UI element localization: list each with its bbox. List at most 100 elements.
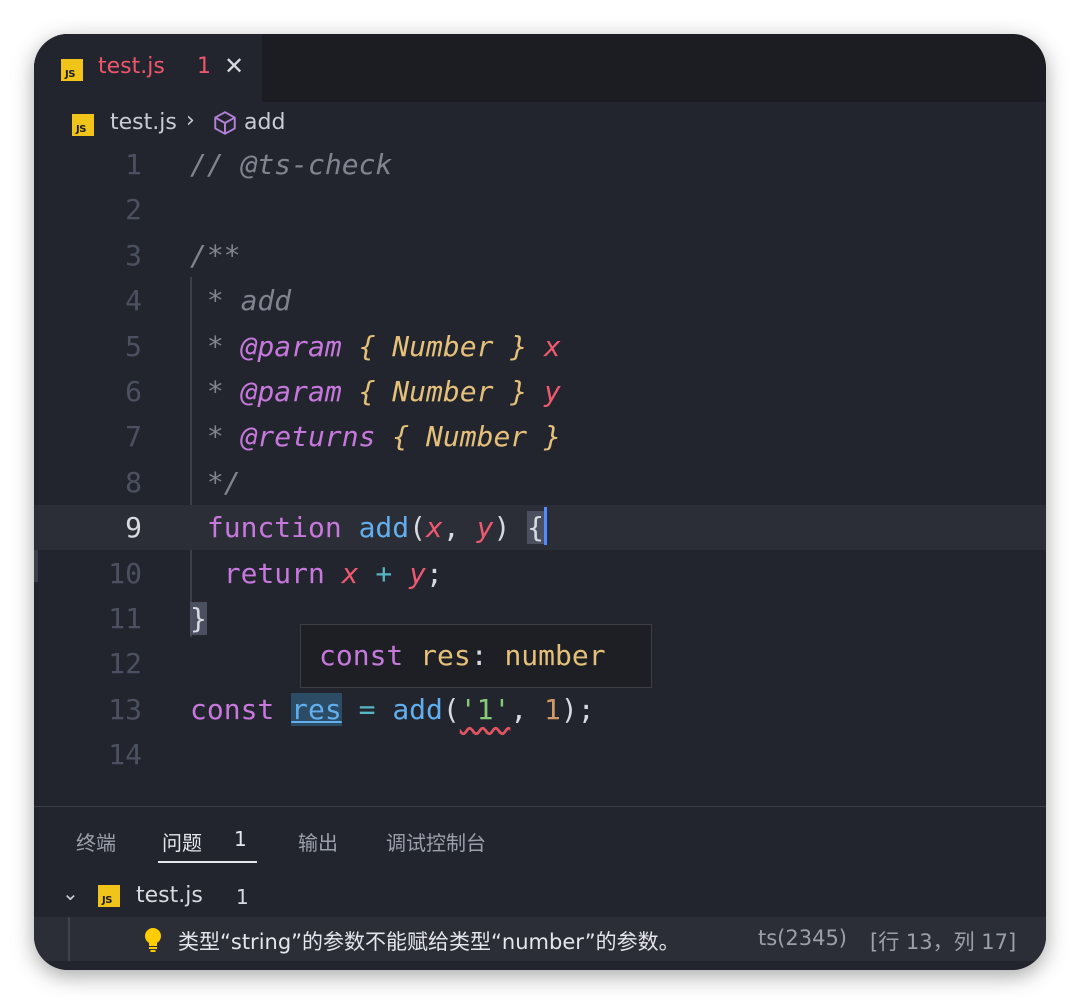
code-token: ); <box>560 692 595 726</box>
code-token: ; <box>426 556 443 590</box>
tab-debug-console[interactable]: 调试控制台 <box>386 827 486 856</box>
code-token: @returns <box>240 420 376 454</box>
line-number: 2 <box>125 193 142 227</box>
js-file-icon: JS <box>98 885 120 907</box>
tab-output[interactable]: 输出 <box>298 827 338 856</box>
tab-test-js[interactable]: JS test.js 1 ✕ <box>34 34 262 102</box>
code-line[interactable]: 3 /** <box>34 233 1046 278</box>
code-text: // @ts-check <box>190 142 392 187</box>
tab-bar: JS test.js 1 ✕ <box>34 34 1046 102</box>
line-number: 3 <box>125 238 142 272</box>
line-number: 6 <box>125 375 142 408</box>
code-token: { Number } <box>375 420 561 454</box>
code-token: return <box>190 556 342 590</box>
breadcrumb-file[interactable]: test.js <box>110 110 177 135</box>
code-token: ( <box>409 511 427 545</box>
code-token: '1' <box>459 692 511 726</box>
code-token: y <box>476 511 494 545</box>
line-number: 13 <box>108 692 142 726</box>
problems-count-badge: 1 <box>234 827 247 851</box>
tab-terminal[interactable]: 终端 <box>76 827 116 856</box>
active-tab-indicator <box>158 861 257 863</box>
code-token: = <box>341 692 393 726</box>
code-line[interactable]: 7 * @returns { Number } <box>34 414 1046 459</box>
code-text: * add <box>190 278 291 323</box>
code-line[interactable]: 5 * @param { Number } x <box>34 324 1046 369</box>
js-file-icon: JS <box>72 114 94 136</box>
code-text: return x + y; <box>190 551 443 596</box>
code-line[interactable]: 10 return x + y; <box>34 551 1046 596</box>
code-line[interactable]: 4 * add <box>34 278 1046 323</box>
code-token: const <box>190 692 292 726</box>
code-line[interactable]: 6 * @param { Number } y <box>34 369 1046 414</box>
line-number: 12 <box>108 647 142 681</box>
hover-sep: : <box>470 639 488 672</box>
code-token: 1 <box>544 692 561 726</box>
problem-file-count: 1 <box>236 885 249 909</box>
code-line[interactable]: 14 <box>34 732 1046 777</box>
line-number: 10 <box>108 556 142 590</box>
code-token: add <box>392 692 443 726</box>
line-number: 4 <box>125 284 142 318</box>
problem-code: ts(2345) <box>758 926 848 950</box>
problem-item[interactable]: 类型“string”的参数不能赋给类型“number”的参数。 ts(2345)… <box>34 917 1046 961</box>
hover-type: number <box>487 639 606 672</box>
code-token: @param <box>240 329 342 363</box>
line-number: 14 <box>108 738 142 772</box>
line-number: 7 <box>125 420 142 454</box>
code-token: ) <box>493 511 528 545</box>
chevron-down-icon[interactable]: ⌄ <box>62 881 79 905</box>
code-token: , <box>510 692 545 726</box>
code-text: * @param { Number } x <box>190 324 561 369</box>
code-line[interactable]: 9 function add(x, y) { <box>34 505 1046 551</box>
text-cursor <box>544 507 548 546</box>
code-text: * @param { Number } y <box>190 369 561 414</box>
code-token: y <box>409 556 427 590</box>
code-token: * <box>190 329 241 363</box>
breadcrumb: JS test.js › add <box>34 102 1046 146</box>
code-line[interactable]: 1 // @ts-check <box>34 142 1046 187</box>
code-text: */ <box>190 460 241 505</box>
lightbulb-icon <box>145 928 161 952</box>
code-token: ( <box>442 692 460 726</box>
problem-file-row[interactable]: ⌄ JS test.js 1 <box>34 877 1046 917</box>
bottom-panel: 终端 问题 1 输出 调试控制台 ⌄ JS test.js 1 类型“strin… <box>34 806 1046 970</box>
hover-name: res <box>403 639 471 672</box>
code-token: add <box>358 511 410 545</box>
hover-tooltip: const res: number <box>300 624 652 688</box>
editor-window: JS test.js 1 ✕ JS test.js › add 1 // @ts-… <box>34 34 1046 970</box>
code-token: { <box>527 511 545 545</box>
code-token: * add <box>190 284 292 318</box>
code-token: */ <box>190 465 241 499</box>
problem-file-name: test.js <box>136 883 203 908</box>
code-line[interactable]: 2 <box>34 187 1046 232</box>
code-token: function <box>190 511 359 545</box>
code-token: @param <box>240 375 342 408</box>
code-token: // @ts-check <box>190 148 393 181</box>
code-text: /** <box>190 233 241 278</box>
code-text: const res = add('1', 1); <box>190 687 595 732</box>
close-icon[interactable]: ✕ <box>224 52 244 80</box>
tab-problem-count: 1 <box>197 54 211 79</box>
cube-icon <box>214 111 236 135</box>
breadcrumb-symbol[interactable]: add <box>244 110 285 135</box>
code-token: * <box>190 375 241 408</box>
tab-problems[interactable]: 问题 <box>162 827 202 856</box>
line-number: 1 <box>125 148 142 181</box>
code-editor[interactable]: 1// @ts-check 2 3/** 4 * add 5 * @param { Nu… <box>34 142 1046 802</box>
code-token: * <box>190 420 241 454</box>
code-line[interactable]: 8 */ <box>34 460 1046 505</box>
code-token: { Number } <box>341 329 545 363</box>
hover-keyword: const <box>319 639 404 672</box>
code-token: y <box>544 375 561 408</box>
code-token: { Number } <box>341 375 545 408</box>
tab-title: test.js <box>98 54 165 79</box>
code-text: } <box>190 596 207 641</box>
line-number: 9 <box>125 511 142 545</box>
code-line[interactable]: 13 const res = add('1', 1); <box>34 687 1046 732</box>
code-token: + <box>358 556 410 590</box>
line-number: 8 <box>125 465 142 499</box>
code-text: function add(x, y) { <box>190 505 548 550</box>
code-token: /** <box>190 238 241 272</box>
code-text: * @returns { Number } <box>190 414 561 459</box>
